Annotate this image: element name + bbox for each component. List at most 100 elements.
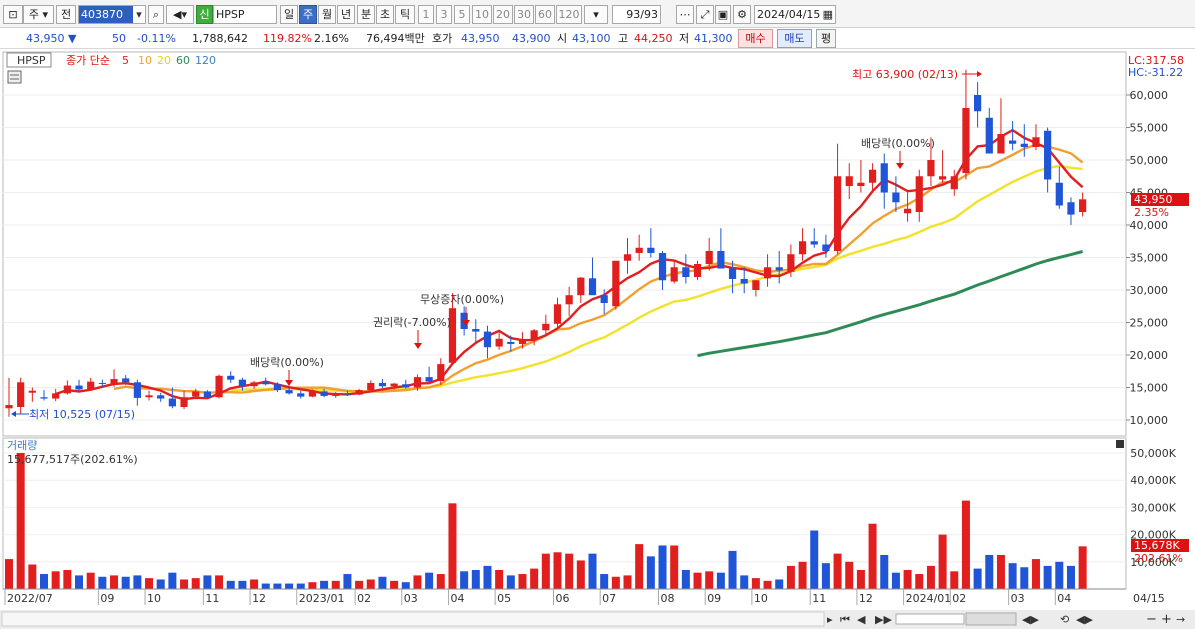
save-icon[interactable]: ▣ bbox=[715, 5, 731, 24]
candle-body bbox=[588, 278, 597, 296]
interval-20[interactable]: 20 bbox=[493, 5, 513, 24]
volume-bar bbox=[903, 569, 912, 589]
zoom-out-scroll-icon[interactable]: ◀▶ bbox=[1022, 613, 1039, 626]
stock-chart[interactable]: 10,000 15,000 20,000 25,000 30,000 35,000 40,0… bbox=[0, 50, 1195, 629]
volume-bar bbox=[775, 579, 784, 589]
candle-body bbox=[472, 329, 480, 332]
volume-bar bbox=[378, 576, 387, 589]
volume-bar bbox=[681, 569, 690, 589]
sound-icon[interactable]: ◀▾ bbox=[166, 5, 194, 24]
volume-bar bbox=[483, 565, 492, 589]
cursor-icon[interactable]: ⤢ bbox=[696, 5, 714, 24]
close-icon[interactable] bbox=[1116, 440, 1124, 448]
next-page-icon[interactable]: ▶▶ bbox=[875, 613, 892, 626]
volume-bar bbox=[331, 580, 340, 589]
candle-body bbox=[215, 375, 223, 398]
arrow-right-icon[interactable]: → bbox=[1176, 613, 1185, 626]
date-field[interactable]: 2024/04/15 ▦ bbox=[754, 5, 836, 24]
volume-bar bbox=[576, 560, 585, 589]
candle-body bbox=[798, 241, 807, 255]
candle-body bbox=[752, 280, 760, 290]
zoom-in-icon[interactable]: + bbox=[1161, 612, 1172, 627]
period-week[interactable]: 주 bbox=[299, 5, 317, 24]
scroll-right-icon[interactable]: ▸ bbox=[827, 613, 833, 626]
volume-bar bbox=[203, 575, 212, 589]
layout-icon[interactable]: ⊡ bbox=[3, 5, 23, 24]
zoom-icon[interactable]: ⋯ bbox=[676, 5, 694, 24]
interval-3[interactable]: 3 bbox=[436, 5, 452, 24]
period-tick[interactable]: 틱 bbox=[395, 5, 415, 24]
candle-body bbox=[845, 176, 853, 186]
prev-page-icon[interactable]: ◀ bbox=[857, 613, 866, 626]
sell-button[interactable]: 매도 bbox=[777, 29, 812, 48]
prev-button[interactable]: 전 bbox=[56, 5, 76, 24]
stock-name-field[interactable]: HPSP bbox=[213, 5, 277, 24]
first-page-icon[interactable]: ⏮ bbox=[840, 613, 850, 626]
candle-body bbox=[997, 134, 1005, 154]
price-tick-label: 25,000 bbox=[1130, 317, 1169, 330]
volume-bar bbox=[16, 453, 25, 589]
calculator-icon[interactable] bbox=[7, 70, 22, 84]
period-second[interactable]: 초 bbox=[376, 5, 394, 24]
volume-bar bbox=[436, 574, 445, 589]
settings-icon[interactable]: ⚙ bbox=[733, 5, 751, 24]
scrollbar-thumb[interactable] bbox=[1, 611, 825, 627]
volume-bar bbox=[961, 500, 970, 589]
interval-120[interactable]: 120 bbox=[556, 5, 582, 24]
candle-body bbox=[1032, 137, 1040, 147]
candle-body bbox=[180, 397, 188, 407]
quote-bar: 43,950 ▼ 50 -0.11% 1,788,642 119.82% 2.1… bbox=[0, 28, 1195, 49]
candle-body bbox=[553, 304, 562, 324]
candle-body bbox=[87, 381, 95, 390]
reset-icon[interactable]: ⟲ bbox=[1060, 613, 1069, 626]
volume-bar bbox=[495, 569, 504, 589]
x-axis-label: 04 bbox=[1057, 592, 1071, 605]
zoom-level[interactable] bbox=[965, 612, 1017, 626]
period-year[interactable]: 년 bbox=[337, 5, 355, 24]
volume-bar bbox=[611, 576, 620, 589]
volume-bar bbox=[996, 555, 1005, 589]
period-minute[interactable]: 분 bbox=[357, 5, 375, 24]
search-icon[interactable]: ⌕ bbox=[148, 5, 164, 24]
interval-5[interactable]: 5 bbox=[454, 5, 470, 24]
buy-button[interactable]: 매수 bbox=[738, 29, 773, 48]
eval-button[interactable]: 평 bbox=[816, 29, 836, 48]
interval-30[interactable]: 30 bbox=[514, 5, 534, 24]
volume-bar bbox=[1078, 546, 1087, 589]
price-tick-label: 50,000 bbox=[1130, 154, 1169, 167]
zoom-out-icon[interactable]: − bbox=[1146, 612, 1157, 627]
interval-1[interactable]: 1 bbox=[418, 5, 434, 24]
volume-bar bbox=[238, 580, 247, 589]
chart-mode-dropdown[interactable]: 주 ▾ bbox=[23, 5, 54, 24]
candle-body bbox=[157, 395, 165, 399]
volume-bar bbox=[261, 583, 270, 589]
x-axis-label: 11 bbox=[205, 592, 219, 605]
zoom-slider[interactable] bbox=[895, 613, 965, 625]
interval-dropdown[interactable]: ▾ bbox=[584, 5, 608, 24]
candle-body bbox=[763, 267, 772, 279]
volume-value-label: 15,677,517주(202.61%) bbox=[7, 453, 138, 466]
ma-10-label: 10 bbox=[138, 54, 152, 67]
volume-bar bbox=[366, 579, 375, 589]
candle-body bbox=[75, 385, 83, 390]
candle-body bbox=[390, 383, 398, 387]
interval-10[interactable]: 10 bbox=[472, 5, 492, 24]
x-axis-label: 11 bbox=[812, 592, 826, 605]
calendar-icon[interactable]: ▦ bbox=[823, 6, 835, 23]
period-day[interactable]: 일 bbox=[280, 5, 298, 24]
candle-body bbox=[787, 254, 795, 272]
candle-body bbox=[1020, 143, 1028, 147]
volume-bar bbox=[448, 503, 457, 589]
period-month[interactable]: 월 bbox=[318, 5, 336, 24]
volume-bar bbox=[541, 553, 550, 589]
price-tick-label: 35,000 bbox=[1130, 252, 1169, 265]
candle-body bbox=[612, 260, 620, 307]
stock-code-input[interactable]: 403870 ▾ bbox=[78, 5, 146, 24]
count-field[interactable]: 93/93 bbox=[612, 5, 661, 24]
candle-body bbox=[250, 382, 258, 387]
interval-60[interactable]: 60 bbox=[535, 5, 555, 24]
toolbar: ⊡ 주 ▾ 전 403870 ▾ ⌕ ◀▾ 신 HPSP 일 주 월 년 분 초 … bbox=[0, 0, 1195, 28]
scroll-left-icon[interactable]: ◀▶ bbox=[1076, 613, 1093, 626]
candle-body bbox=[682, 267, 690, 277]
volume-bar bbox=[798, 561, 807, 589]
